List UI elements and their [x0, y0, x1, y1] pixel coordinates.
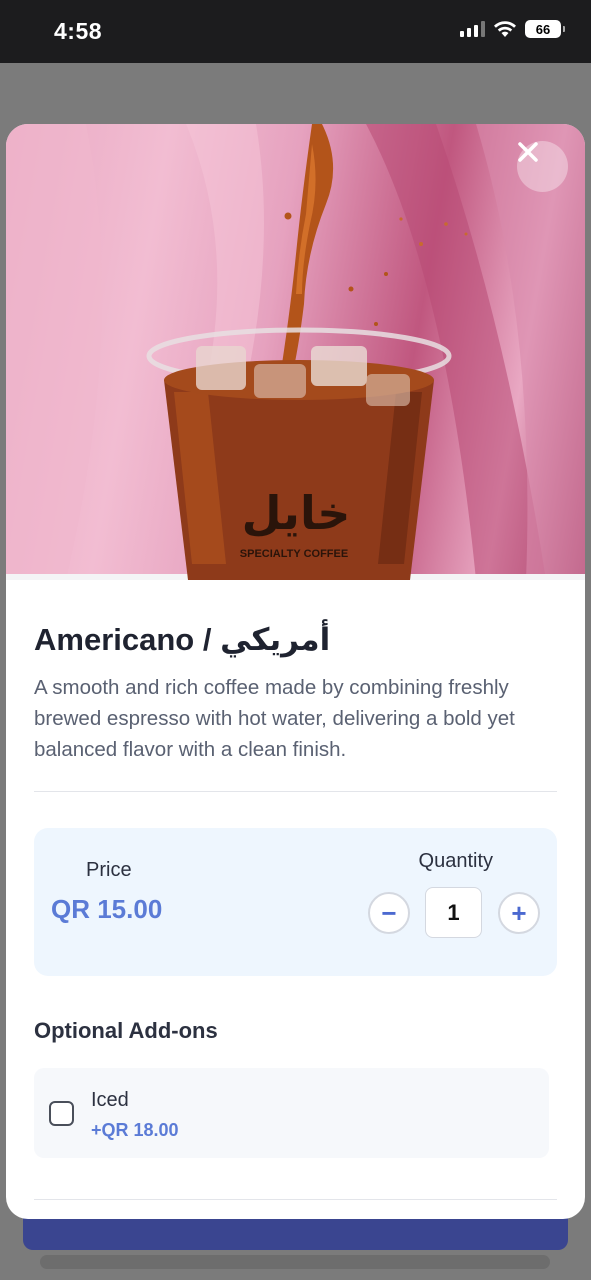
decrease-quantity-button[interactable]: − — [368, 892, 410, 934]
minus-icon: − — [381, 897, 397, 928]
addon-item-iced[interactable]: Iced +QR 18.00 — [34, 1068, 549, 1158]
quantity-label: Quantity — [418, 850, 493, 872]
product-modal: خايل SPECIALTY COFFEE Americano / أمريكي… — [6, 124, 585, 1219]
plus-icon: + — [511, 897, 527, 928]
status-icons: 66 — [460, 20, 565, 38]
divider — [34, 1199, 557, 1200]
increase-quantity-button[interactable]: + — [498, 892, 540, 934]
product-details: Americano / أمريكي A smooth and rich cof… — [6, 622, 585, 1200]
product-image: خايل SPECIALTY COFFEE — [6, 124, 585, 580]
price-label: Price — [86, 859, 132, 881]
wifi-icon — [494, 21, 516, 37]
product-description: A smooth and rich coffee made by combini… — [34, 676, 515, 761]
addon-checkbox[interactable] — [49, 1101, 74, 1126]
close-button[interactable] — [517, 141, 568, 192]
cellular-signal-icon — [460, 21, 485, 37]
quantity-input[interactable]: 1 — [425, 887, 482, 938]
battery-level: 66 — [535, 21, 551, 37]
close-icon — [518, 142, 538, 162]
divider — [34, 791, 557, 792]
addons-title: Optional Add-ons — [34, 1018, 218, 1043]
coffee-cup-illustration: خايل SPECIALTY COFFEE — [6, 124, 585, 580]
addon-name: Iced — [91, 1089, 129, 1111]
price-value: QR 15.00 — [51, 894, 163, 924]
addon-price: +QR 18.00 — [91, 1120, 179, 1140]
battery-icon: 66 — [525, 20, 565, 38]
product-title: Americano / أمريكي — [34, 622, 331, 657]
cup-logo-text: خايل — [242, 486, 351, 540]
price-quantity-card: Price QR 15.00 Quantity − 1 + — [34, 828, 557, 976]
cup-logo-subtext: SPECIALTY COFFEE — [240, 548, 348, 560]
background-shadow — [40, 1255, 550, 1269]
status-time: 4:58 — [54, 18, 103, 44]
status-bar: 4:58 66 — [0, 0, 591, 63]
